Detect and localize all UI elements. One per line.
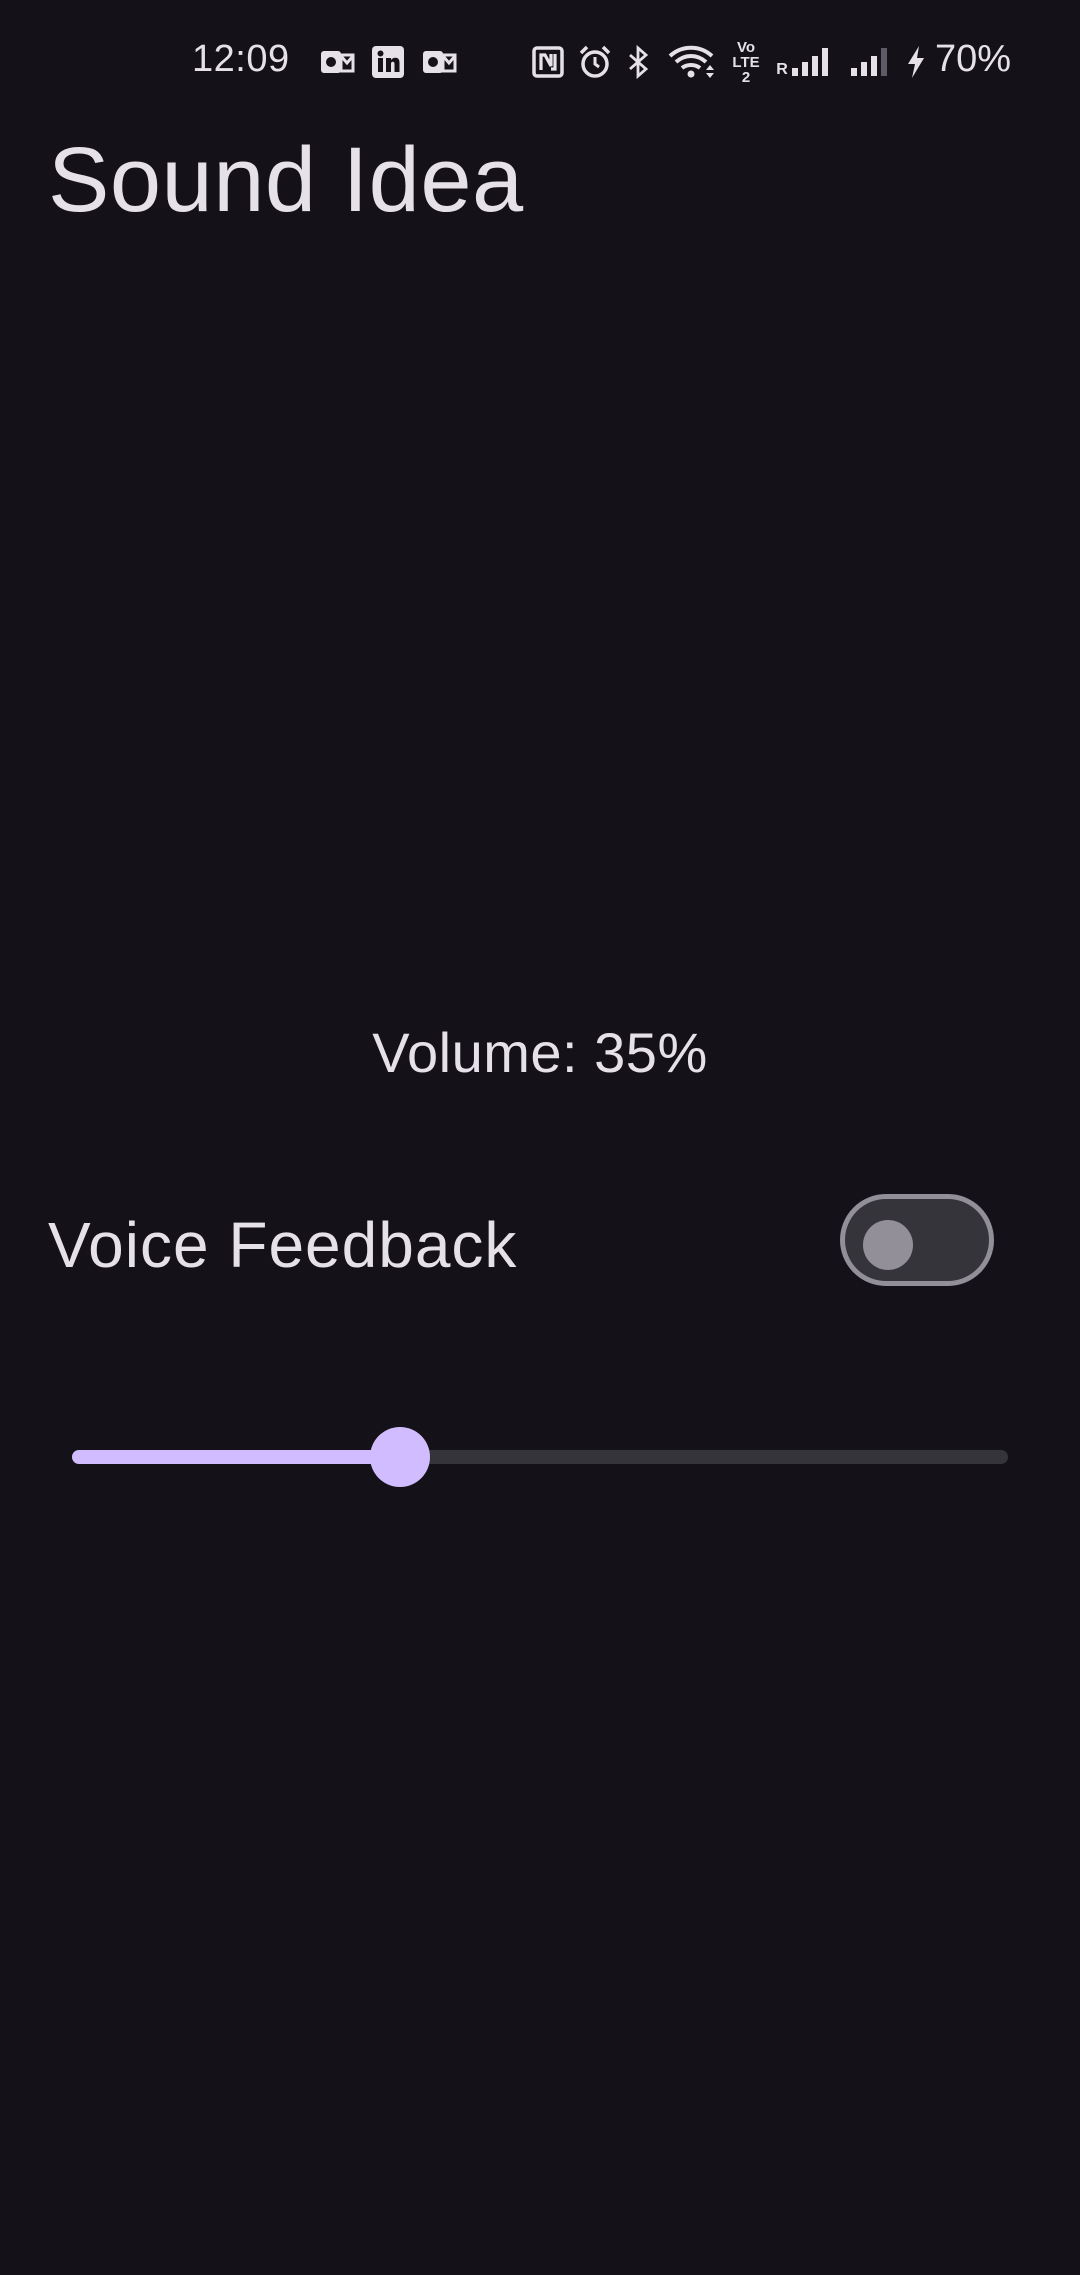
slider-track-active: [72, 1450, 400, 1464]
signal-icon: [848, 44, 894, 80]
status-bar: 12:09 Vo LTE2 R 70%: [0, 0, 1080, 120]
outlook-icon: [318, 44, 356, 80]
app-screen: 12:09 Vo LTE2 R 70% Sound Idea Volume: 3…: [0, 0, 1080, 2275]
battery-percentage: 70%: [935, 38, 1012, 80]
slider-thumb[interactable]: [370, 1427, 430, 1487]
status-time: 12:09: [192, 38, 290, 80]
outlook-icon: [420, 44, 458, 80]
voice-feedback-row: Voice Feedback: [0, 1180, 1080, 1300]
signal-roaming-icon: R: [775, 44, 835, 80]
charging-icon: [904, 44, 928, 80]
voice-feedback-label: Voice Feedback: [48, 1209, 518, 1281]
app-title: Sound Idea: [48, 129, 524, 231]
roaming-label: R: [776, 61, 788, 78]
bluetooth-icon: [626, 44, 650, 80]
volume-label: Volume: 35%: [372, 1021, 708, 1084]
volume-slider[interactable]: [72, 1416, 1008, 1496]
nfc-icon: [531, 44, 565, 80]
volte-label: Vo LTE2: [732, 38, 760, 86]
wifi-icon: [668, 44, 714, 80]
voice-feedback-toggle[interactable]: [840, 1194, 994, 1286]
linkedin-icon: [370, 44, 406, 80]
volte-icon: Vo LTE2: [727, 40, 765, 85]
alarm-icon: [577, 44, 613, 80]
toggle-thumb: [863, 1220, 913, 1270]
